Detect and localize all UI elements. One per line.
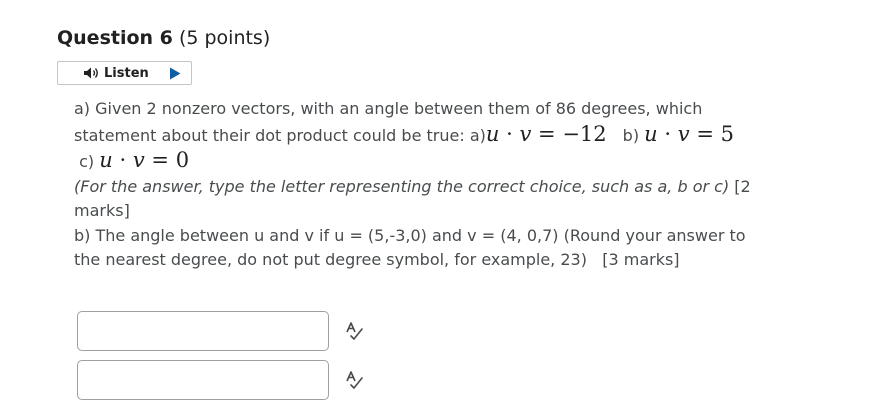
- part-b-text: the nearest degree, do not put degree sy…: [74, 250, 587, 269]
- answer-row-2: [77, 360, 329, 400]
- option-c-math: u · v = 0: [99, 148, 190, 172]
- answer-row-1: [77, 311, 329, 351]
- part-b-line2: the nearest degree, do not put degree sy…: [74, 248, 794, 273]
- answer-input-1[interactable]: [77, 311, 329, 351]
- instruction-line1: (For the answer, type the letter represe…: [74, 175, 794, 200]
- listen-button[interactable]: Listen: [58, 62, 157, 84]
- play-icon[interactable]: [169, 67, 181, 80]
- option-a-math: u · v = −12: [485, 121, 607, 146]
- question-text: a) Given 2 nonzero vectors, with an angl…: [74, 97, 794, 273]
- part-a-line1: a) Given 2 nonzero vectors, with an angl…: [74, 99, 703, 118]
- option-c-label: c): [79, 152, 95, 171]
- question-name: Question 6: [57, 27, 173, 49]
- instruction-text: (For the answer, type the letter represe…: [74, 176, 730, 196]
- part-a-line3: c) u · v = 0: [74, 148, 794, 175]
- spell-check-icon[interactable]: [344, 370, 364, 390]
- part-a-prefix: statement about their dot product could …: [74, 125, 486, 145]
- spell-check-icon[interactable]: [344, 321, 364, 341]
- speaker-icon: [84, 67, 98, 79]
- part-a-line2: statement about their dot product could …: [74, 122, 794, 149]
- option-b-label: b): [622, 125, 640, 145]
- part-b-marks: [3 marks]: [602, 250, 680, 269]
- instruction-marks: [2: [734, 176, 751, 196]
- option-b-math: u · v = 5: [644, 121, 734, 146]
- part-b-line1: b) The angle between u and v if u = (5,-…: [74, 225, 746, 245]
- instruction-line2: marks]: [74, 201, 130, 220]
- question-title: Question 6 (5 points): [57, 27, 270, 49]
- read-aloud-toolbar: Listen: [57, 61, 192, 85]
- answer-input-2[interactable]: [77, 360, 329, 400]
- question-points: (5 points): [178, 27, 271, 49]
- listen-label: Listen: [104, 65, 149, 81]
